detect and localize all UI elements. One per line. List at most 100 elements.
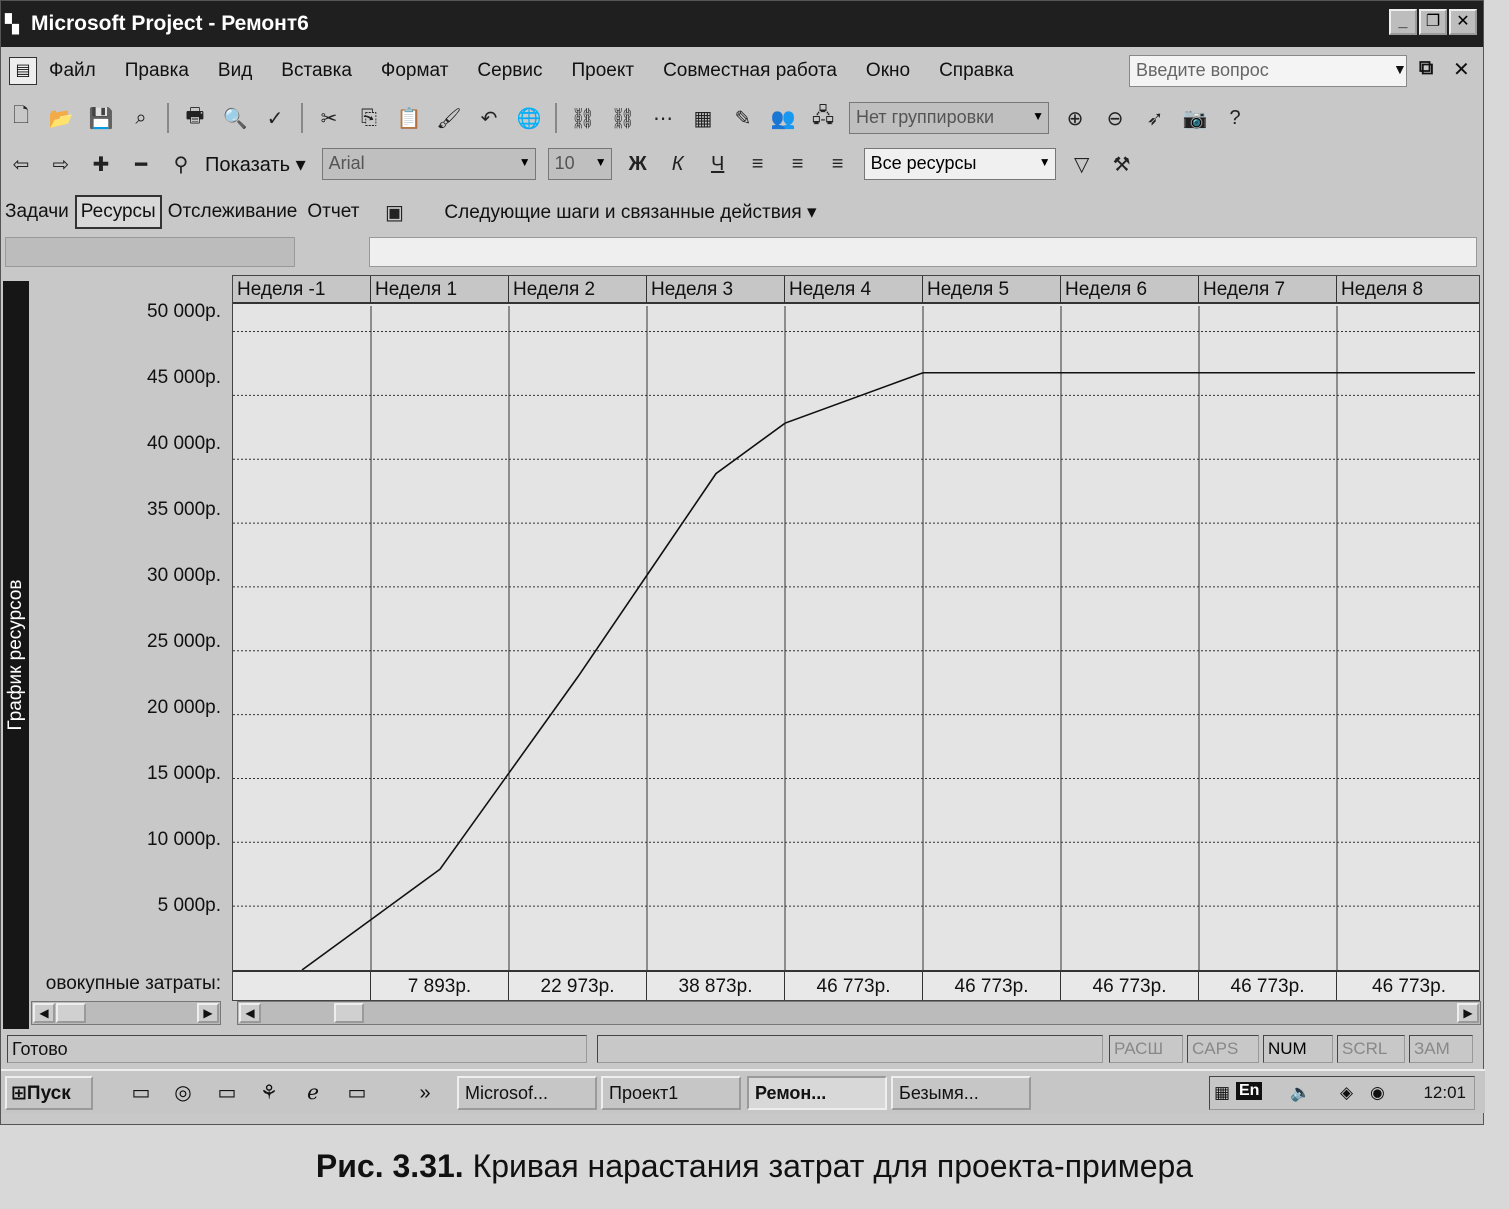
search-file-icon[interactable]: ⌕ [126,103,156,133]
scroll-left-icon[interactable]: ◀ [33,1003,55,1023]
publish-icon[interactable]: 🖧 [808,103,838,133]
volume-icon[interactable]: 🔈 [1290,1083,1311,1103]
save-icon[interactable]: 💾 [86,103,116,133]
align-right-icon[interactable]: ≡ [823,149,853,179]
menu-format[interactable]: Формат [381,60,449,82]
spelling-icon[interactable]: ✓ [260,103,290,133]
show-icon[interactable]: ⚲ [166,149,196,179]
quicklaunch-icon[interactable]: ▭ [127,1079,155,1107]
paste-icon[interactable]: 📋 [394,103,424,133]
quicklaunch-icon[interactable]: ▭ [343,1079,371,1107]
restore-icon[interactable]: ❐ [1419,9,1447,35]
document-icon[interactable]: ▤ [9,57,37,85]
goto-task-icon[interactable]: ➶ [1140,103,1170,133]
link-tasks-icon[interactable]: ⛓ [568,103,598,133]
close-icon[interactable]: ✕ [1449,9,1477,35]
unlink-tasks-icon[interactable]: ⛓ [608,103,638,133]
quicklaunch-icon[interactable]: ◎ [169,1079,197,1107]
view-report[interactable]: Отчет [303,197,363,227]
underline-icon[interactable]: Ч [703,149,733,179]
scroll-left-icon[interactable]: ◀ [239,1003,261,1023]
minimize-icon[interactable]: _ [1389,9,1417,35]
tray-icon[interactable]: ▦ [1214,1083,1230,1103]
gantt-wizard-icon[interactable]: ⚒ [1107,149,1137,179]
left-pane-scrollbar[interactable]: ◀ ▶ [31,1001,221,1025]
assign-resources-icon[interactable]: 👥 [768,103,798,133]
view-resources[interactable]: Ресурсы [74,195,162,229]
task-notes-icon[interactable]: ✎ [728,103,758,133]
menu-edit[interactable]: Правка [125,60,189,82]
menu-file[interactable]: Файл [49,60,96,82]
zoom-out-icon[interactable]: ⊖ [1100,103,1130,133]
hyperlink-icon[interactable]: 🌐 [514,103,544,133]
menu-view[interactable]: Вид [218,60,252,82]
mdi-close-icon[interactable]: ✕ [1453,57,1470,82]
align-left-icon[interactable]: ≡ [743,149,773,179]
resource-filter-combo[interactable]: Все ресурсы ▼ [863,148,1056,180]
show-subtasks-icon[interactable]: ✚ [86,149,116,179]
scroll-right-icon[interactable]: ▶ [197,1003,219,1023]
undo-icon[interactable]: ↶ [474,103,504,133]
print-preview-icon[interactable]: 🔍 [220,103,250,133]
help-icon[interactable]: ? [1220,103,1250,133]
indent-icon[interactable]: ⇨ [46,149,76,179]
menu-help[interactable]: Справка [939,60,1014,82]
align-center-icon[interactable]: ≡ [783,149,813,179]
menu-collaborate[interactable]: Совместная работа [663,60,837,82]
tray-icon[interactable]: ◉ [1370,1083,1385,1103]
menu-project[interactable]: Проект [571,60,634,82]
group-by-combo[interactable]: Нет группировки ▼ [849,102,1049,134]
cut-icon[interactable]: ✂ [314,103,344,133]
show-desktop-icon[interactable]: ▭ [213,1079,241,1107]
task-button-project1[interactable]: Проект1 [601,1076,741,1110]
copy-icon[interactable]: ⎘ [354,103,384,133]
mdi-restore-icon[interactable]: ⧉ [1419,57,1433,80]
menu-tools[interactable]: Сервис [477,60,542,82]
next-steps-button[interactable]: Следующие шаги и связанные действия ▾ [444,201,816,224]
open-icon[interactable]: 📂 [46,103,76,133]
browser-icon[interactable]: ℯ [299,1079,327,1107]
task-button-untitled[interactable]: Безымя... [891,1076,1031,1110]
timescale-scrollbar[interactable]: ◀ ▶ [237,1001,1481,1025]
tray-icon[interactable]: ◈ [1340,1083,1353,1103]
show-button[interactable]: Показать ▾ [205,152,306,177]
guide-icon[interactable]: ▣ [379,197,409,227]
new-icon[interactable]: 🗋 [6,103,36,133]
language-indicator[interactable]: En [1236,1082,1263,1100]
entry-field[interactable] [369,237,1477,267]
autofilter-icon[interactable]: ▽ [1067,149,1097,179]
italic-icon[interactable]: К [663,149,693,179]
more-icon[interactable]: » [411,1079,439,1107]
y-tick-label: 25 000р. [147,631,221,652]
format-painter-icon[interactable]: 🖌 [434,103,464,133]
split-task-icon[interactable]: ⋯ [648,103,678,133]
print-icon[interactable]: 🖶 [180,103,210,133]
view-tasks[interactable]: Задачи [1,197,73,227]
font-size-combo[interactable]: 10 ▼ [547,148,612,180]
task-info-icon[interactable]: ▦ [688,103,718,133]
zoom-in-icon[interactable]: ⊕ [1060,103,1090,133]
resource-graph[interactable]: Неделя -1 Неделя 1 Неделя 2 Неделя 3 Нед… [232,275,1480,1001]
chevron-down-icon[interactable]: ▼ [1393,61,1407,77]
outdent-icon[interactable]: ⇦ [6,149,36,179]
task-button-msproject[interactable]: Microsof... [457,1076,597,1110]
ask-question-input[interactable]: Введите вопрос [1129,55,1407,87]
task-button-remont[interactable]: Ремон... [747,1076,887,1110]
bold-icon[interactable]: Ж [623,149,653,179]
group-by-value: Нет группировки [856,107,995,127]
quicklaunch-icon[interactable]: ⚘ [255,1079,283,1107]
copy-picture-icon[interactable]: 📷 [1180,103,1210,133]
view-tracking[interactable]: Отслеживание [164,197,302,227]
scroll-thumb[interactable] [56,1003,86,1023]
hide-subtasks-icon[interactable]: ━ [126,149,156,179]
start-button[interactable]: ⊞Пуск [5,1076,93,1110]
status-panel [597,1035,1103,1063]
menu-insert[interactable]: Вставка [281,60,352,82]
view-bar[interactable]: График ресурсов [3,281,29,1029]
menu-window[interactable]: Окно [866,60,910,82]
cumulative-cost-cell: 22 973р. [509,972,647,1000]
font-combo[interactable]: Arial ▼ [321,148,536,180]
timescale-header[interactable]: Неделя -1 Неделя 1 Неделя 2 Неделя 3 Нед… [233,276,1479,304]
scroll-thumb[interactable] [334,1003,364,1023]
scroll-right-icon[interactable]: ▶ [1457,1003,1479,1023]
